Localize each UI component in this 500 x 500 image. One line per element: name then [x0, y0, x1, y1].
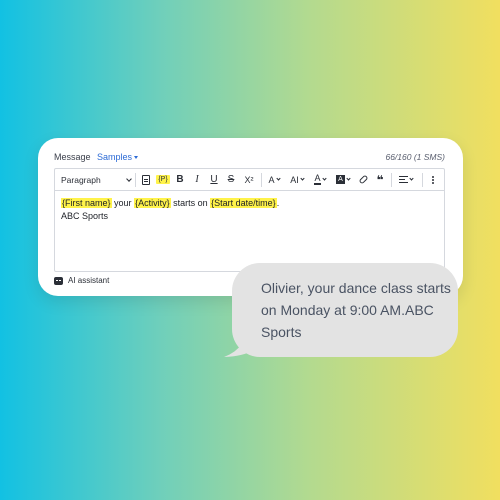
personalize-button[interactable]: {P} — [155, 169, 171, 190]
underline-button[interactable]: U — [206, 169, 222, 190]
font-color-icon: A — [314, 173, 321, 185]
bold-button[interactable]: B — [172, 169, 188, 190]
text-starts-on: starts on — [173, 198, 208, 208]
samples-label: Samples — [97, 152, 133, 162]
background-color-button[interactable]: A — [332, 169, 354, 190]
link-icon — [358, 174, 368, 185]
font-family-icon: AI — [290, 174, 299, 185]
strikethrough-button[interactable]: S — [223, 169, 239, 190]
token-start-datetime[interactable]: {Start date/time} — [210, 198, 277, 208]
editor-content[interactable]: {First name} your {Activity} starts on {… — [61, 197, 438, 223]
chevron-down-icon — [300, 176, 305, 181]
italic-button[interactable]: I — [189, 169, 205, 190]
sms-preview-bubble: Olivier, your dance class starts on Mond… — [232, 263, 458, 357]
text-period: . — [276, 198, 280, 208]
link-button[interactable] — [355, 169, 371, 190]
font-family-button[interactable]: AI — [286, 169, 308, 190]
samples-dropdown[interactable]: Samples — [97, 152, 139, 162]
quote-button[interactable]: ❝ — [372, 169, 388, 190]
editor-toolbar: Paragraph {P} B I U S X² A AI A A ❝ — [55, 169, 444, 191]
personalize-icon: {P} — [156, 175, 170, 184]
token-activity[interactable]: {Activity} — [134, 198, 171, 208]
toolbar-divider — [422, 173, 423, 187]
font-size-button[interactable]: A — [263, 169, 285, 190]
ai-assistant-label: AI assistant — [68, 276, 110, 285]
superscript-button[interactable]: X² — [240, 169, 258, 190]
chevron-down-icon — [321, 176, 327, 181]
caret-down-icon — [134, 156, 139, 160]
chevron-down-icon — [409, 176, 414, 181]
toolbar-divider — [391, 173, 392, 187]
message-editor[interactable]: Paragraph {P} B I U S X² A AI A A ❝ {Fir… — [54, 168, 445, 272]
chevron-down-icon — [275, 176, 281, 181]
font-color-button[interactable]: A — [309, 169, 331, 190]
align-button[interactable] — [395, 169, 417, 190]
ai-assistant-button[interactable]: AI assistant — [54, 276, 109, 285]
robot-icon — [54, 276, 63, 285]
chevron-down-icon — [346, 176, 351, 181]
text-your: your — [114, 198, 132, 208]
sms-preview-text: Olivier, your dance class starts on Mond… — [261, 280, 451, 340]
paragraph-select[interactable]: Paragraph — [61, 169, 132, 190]
source-doc-button[interactable] — [138, 169, 154, 190]
toolbar-divider — [261, 173, 262, 187]
character-counter: 66/160 (1 SMS) — [385, 152, 445, 162]
token-first-name[interactable]: {First name} — [61, 198, 112, 208]
message-header: Message Samples 66/160 (1 SMS) — [54, 152, 445, 166]
background-color-icon: A — [336, 175, 345, 184]
align-left-icon — [399, 176, 408, 183]
editor-line-2: ABC Sports — [61, 211, 109, 221]
more-options-button[interactable] — [425, 169, 441, 190]
more-vertical-icon — [432, 178, 434, 181]
chevron-down-icon — [126, 175, 132, 182]
font-size-icon: A — [268, 174, 275, 185]
editor-line-1: {First name} your {Activity} starts on {… — [61, 197, 438, 210]
document-icon — [142, 174, 150, 185]
toolbar-divider — [135, 173, 136, 187]
message-label: Message — [54, 152, 91, 162]
paragraph-label: Paragraph — [61, 174, 101, 185]
